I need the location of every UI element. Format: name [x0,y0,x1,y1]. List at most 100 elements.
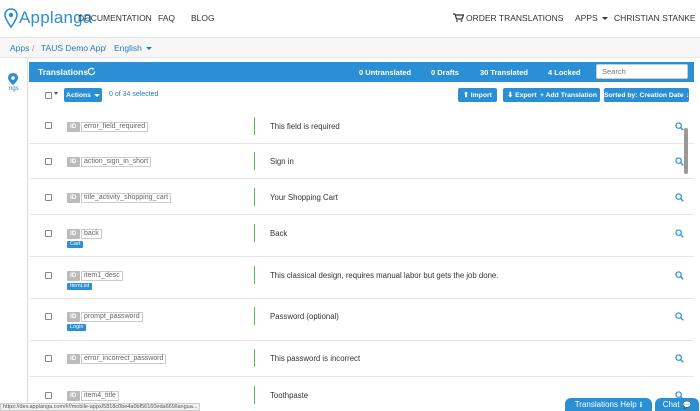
table-row[interactable]: ID item1_desc ItemList This classical de… [29,257,694,299]
status-bar [254,152,255,170]
left-rail: ngs [0,58,28,411]
key-name[interactable]: title_activity_shopping_cart [81,193,172,203]
id-badge: ID [67,271,80,281]
table-row[interactable]: ID action_sign_in_short Sign in [29,144,694,179]
row-checkbox[interactable] [45,392,52,399]
nav-faq[interactable]: FAQ [158,13,175,23]
id-badge: ID [67,122,80,132]
chevron-down-icon [601,17,608,21]
chevron-down-icon [93,93,100,97]
language-label: English [114,43,142,53]
table-row[interactable]: ID prompt_password Login Password (optio… [29,299,694,341]
add-translation-button[interactable]: + Add Translation [537,88,600,102]
table-row[interactable]: ID error_field_required This field is re… [29,108,694,144]
sort-icon: ↓ [685,91,690,99]
zoom-icon[interactable] [675,354,684,363]
settings-pin-icon[interactable] [6,72,20,86]
zoom-icon[interactable] [675,271,684,280]
import-label: Import [470,91,492,99]
zoom-icon[interactable] [675,312,684,321]
status-bar [254,188,255,206]
tag-badge[interactable]: Login [67,324,87,331]
untranslated-count[interactable]: 0 Untranslated [359,68,411,77]
tag-badge[interactable]: Cart [67,241,84,248]
table-row[interactable]: ID title_activity_shopping_cart Your Sho… [29,179,694,215]
translation-text[interactable]: Sign in [270,157,294,166]
table-row[interactable]: ID error_incorrect_password This passwor… [29,341,694,377]
export-button[interactable]: ⬇ Export [503,88,541,102]
translation-text[interactable]: Toothpaste [270,391,308,400]
chevron-down-icon [145,47,152,51]
breadcrumb-separator: / [32,43,35,53]
key-name[interactable]: error_field_required [81,122,149,132]
zoom-icon[interactable] [675,229,684,238]
upload-icon: ⬆ [463,92,469,99]
row-checkbox[interactable] [45,158,52,165]
status-bar [254,307,255,325]
translation-text[interactable]: This classical design, requires manual l… [270,271,498,280]
scrollbar-thumb[interactable] [684,128,688,174]
row-checkbox[interactable] [45,230,52,237]
cart-icon [453,13,464,22]
translation-text[interactable]: Your Shopping Cart [270,193,338,202]
breadcrumb-separator: / [104,43,107,53]
status-bar [254,349,255,367]
key-name[interactable]: error_incorrect_password [81,354,167,364]
status-bar [254,386,255,404]
refresh-icon[interactable] [87,67,96,76]
translation-text[interactable]: This field is required [270,122,340,131]
id-badge: ID [67,391,80,401]
order-translations-link[interactable]: ORDER TRANSLATIONS [466,13,563,23]
breadcrumb-apps[interactable]: Apps [10,43,29,53]
zoom-icon[interactable] [675,122,684,131]
translation-text[interactable]: Back [270,229,287,238]
chat-button[interactable]: Chat 💬 [655,398,699,411]
id-badge: ID [67,354,80,364]
drafts-count[interactable]: 0 Drafts [431,68,459,77]
translation-text[interactable]: This password is incorrect [270,354,360,363]
map-pin-logo-icon [4,8,18,28]
translated-count[interactable]: 30 Translated [480,68,528,77]
row-checkbox[interactable] [45,355,52,362]
translations-help-button[interactable]: Translations Help ℹ [565,398,652,411]
status-bar [254,117,255,135]
breadcrumb-app[interactable]: TAUS Demo App [41,43,105,53]
row-checkbox[interactable] [45,313,52,320]
language-dropdown[interactable]: English [114,43,152,53]
zoom-icon[interactable] [675,157,684,166]
translations-panel-header: Translations 0 Untranslated 0 Drafts 30 … [29,62,694,82]
user-menu[interactable]: CHRISTIAN STANKE [614,13,700,23]
search-input[interactable] [596,64,688,79]
zoom-icon[interactable] [675,193,684,202]
tag-badge[interactable]: ItemList [67,283,93,290]
breadcrumb: Apps / TAUS Demo App / English [0,38,700,58]
key-name[interactable]: back [81,229,102,239]
info-icon: ℹ [639,401,643,409]
select-all-checkbox[interactable] [45,92,52,99]
chat-bubble-icon: 💬 [682,401,692,409]
status-url: https://dev.applanga.com/#!/mobile-apps/… [0,403,201,411]
table-row[interactable]: ID back Cart Back [29,215,694,257]
import-button[interactable]: ⬆ Import [458,88,497,102]
status-bar [254,224,255,242]
row-checkbox[interactable] [45,122,52,129]
locked-count[interactable]: 4 Locked [548,68,581,77]
actions-button[interactable]: Actions [64,88,102,102]
chevron-down-icon[interactable] [54,92,58,95]
panel-title: Translations [38,67,89,77]
rail-label: ngs [9,86,19,92]
nav-blog[interactable]: BLOG [191,13,215,23]
row-checkbox[interactable] [45,194,52,201]
download-icon: ⬇ [507,92,514,99]
apps-dropdown[interactable]: APPS [575,13,608,23]
translation-text[interactable]: Password (optional) [270,312,339,321]
sort-button[interactable]: Sorted by: Creation Date ↓ [604,88,689,102]
nav-documentation[interactable]: DOCUMENTATION [78,13,152,23]
id-badge: ID [67,193,80,203]
key-name[interactable]: item4_title [81,391,119,401]
actions-label: Actions [66,91,91,99]
key-name[interactable]: action_sign_in_short [81,157,152,167]
key-name[interactable]: prompt_password [81,312,143,322]
row-checkbox[interactable] [45,272,52,279]
key-name[interactable]: item1_desc [81,271,123,281]
